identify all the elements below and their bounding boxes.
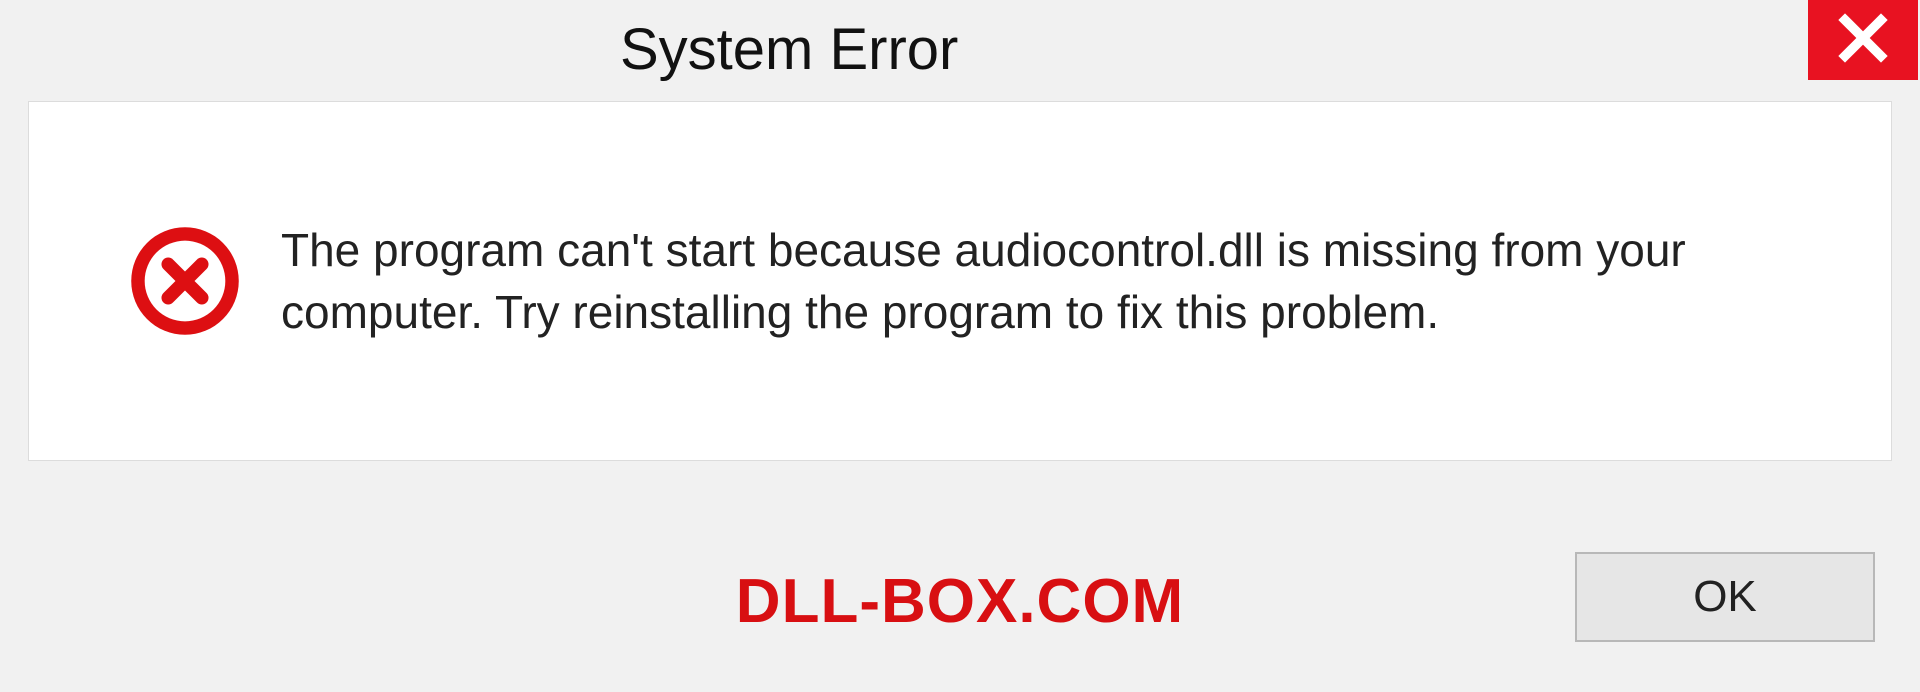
watermark-text: DLL-BOX.COM xyxy=(736,566,1184,637)
error-message: The program can't start because audiocon… xyxy=(281,219,1731,343)
titlebar: System Error xyxy=(0,0,1920,83)
close-icon xyxy=(1836,11,1890,70)
window-title: System Error xyxy=(0,0,958,83)
content-panel: The program can't start because audiocon… xyxy=(28,101,1892,461)
close-button[interactable] xyxy=(1808,0,1918,80)
ok-button[interactable]: OK xyxy=(1575,552,1875,642)
error-icon xyxy=(129,225,241,337)
ok-button-label: OK xyxy=(1693,572,1757,622)
footer: DLL-BOX.COM OK xyxy=(0,502,1920,692)
